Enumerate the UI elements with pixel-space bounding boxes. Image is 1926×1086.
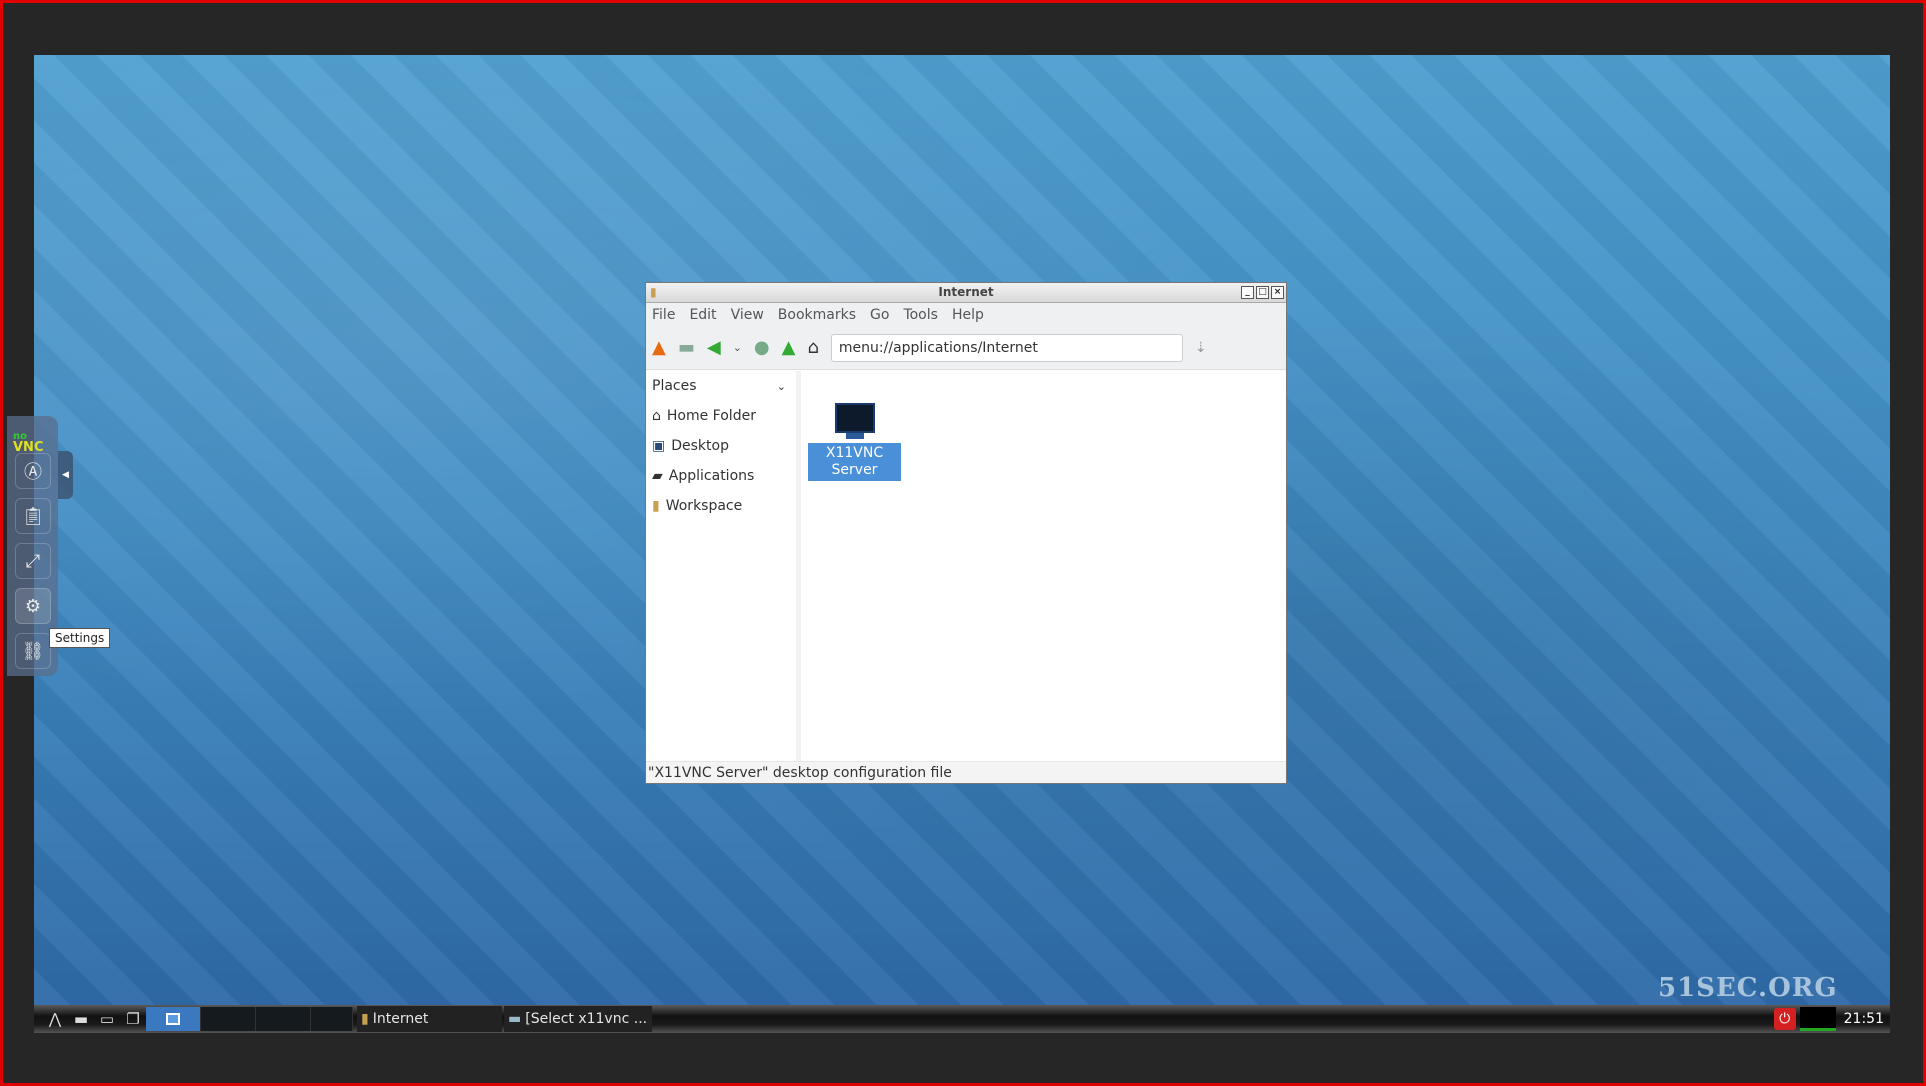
fullscreen-button[interactable]: ⤢	[15, 543, 51, 579]
applications-icon: ▰	[652, 468, 663, 484]
collapse-icon: ◀	[62, 470, 69, 480]
fullscreen-icon: ⤢	[25, 550, 41, 572]
places-header[interactable]: Places ⌄	[646, 371, 796, 401]
clipboard-icon: 📋︎	[21, 505, 45, 527]
tooltip: Settings	[49, 628, 111, 648]
folder-icon: ▮	[361, 1011, 369, 1027]
window-icon: ▬	[508, 1011, 522, 1027]
novnc-logo: no VNC	[13, 431, 44, 455]
show-desktop-icon[interactable]: ▭	[94, 1006, 120, 1032]
clipboard-button[interactable]: 📋︎	[15, 498, 51, 534]
workspace-3[interactable]	[256, 1007, 311, 1031]
file-label: X11VNC Server	[808, 443, 901, 481]
gear-icon: ⚙	[24, 595, 42, 617]
up-icon[interactable]: ▲	[782, 337, 796, 358]
back-icon[interactable]: ◀	[707, 337, 721, 358]
menu-view[interactable]: View	[731, 307, 764, 323]
menu-help[interactable]: Help	[952, 307, 984, 323]
label: Applications	[668, 468, 755, 484]
clock: 21:51	[1843, 1011, 1884, 1027]
workspace-1[interactable]	[146, 1007, 201, 1031]
task-select-x11vnc[interactable]: ▬ [Select x11vnc ...	[504, 1006, 652, 1032]
sidebar-item-workspace[interactable]: ▮ Workspace	[646, 491, 796, 521]
minimize-button[interactable]: _	[1241, 286, 1254, 299]
folder-icon: ▮	[652, 498, 660, 514]
folder-icon: ▮	[650, 285, 657, 299]
keyboard-icon: Ⓐ	[24, 462, 42, 483]
disconnect-icon: ⛓	[21, 640, 45, 662]
menu-go[interactable]: Go	[870, 307, 889, 323]
sidebar-item-home[interactable]: ⌂ Home Folder	[646, 401, 796, 431]
taskbar: ⋀ ▬ ▭ ❐ ▮ Internet ▬ [Select x11vnc ... ⏻ …	[34, 1005, 1890, 1033]
start-menu-icon[interactable]: ⋀	[42, 1006, 68, 1032]
cpu-graph	[1799, 1007, 1836, 1031]
control-bar-handle[interactable]: ◀	[58, 451, 73, 499]
warning-icon[interactable]: ▲	[652, 337, 666, 358]
terminal-icon[interactable]: ▬	[68, 1006, 94, 1032]
sidebar-item-applications[interactable]: ▰ Applications	[646, 461, 796, 491]
workspace-4[interactable]	[311, 1007, 353, 1031]
workspace-2[interactable]	[201, 1007, 256, 1031]
home-icon: ⌂	[652, 408, 661, 424]
monitor-icon	[834, 403, 875, 433]
home-icon[interactable]: ⌂	[807, 337, 818, 358]
power-icon[interactable]: ⏻	[1773, 1008, 1796, 1030]
task-label: [Select x11vnc ...	[525, 1011, 648, 1027]
window-title: Internet	[938, 285, 994, 299]
menu-tools[interactable]: Tools	[903, 307, 938, 323]
file-item[interactable]: X11VNC Server	[808, 403, 901, 481]
monitor-stand	[845, 433, 864, 439]
watermark: 51SEC.ORG	[1658, 973, 1838, 1003]
label: Home Folder	[666, 408, 756, 424]
close-button[interactable]: ×	[1271, 286, 1284, 299]
sidebar-item-desktop[interactable]: ▣ Desktop	[646, 431, 796, 461]
label: Desktop	[671, 438, 729, 454]
task-label: Internet	[372, 1011, 429, 1027]
status-bar: "X11VNC Server" desktop configuration fi…	[646, 761, 1286, 783]
title-bar[interactable]: ▮ Internet _ □ ×	[646, 283, 1286, 303]
menu-bookmarks[interactable]: Bookmarks	[778, 307, 856, 323]
address-bar[interactable]: menu://applications/Internet	[830, 333, 1183, 362]
menu-edit[interactable]: Edit	[689, 307, 716, 323]
desktop-icon: ▣	[652, 438, 666, 454]
new-tab-icon[interactable]: ▬	[678, 337, 695, 358]
menu-bar: File Edit View Bookmarks Go Tools Help	[646, 303, 1286, 326]
toolbar: ▲ ▬ ◀ ⌄ ● ▲ ⌂ menu://applications/Intern…	[646, 326, 1286, 370]
places-sidebar: Places ⌄ ⌂ Home Folder ▣ Desktop ▰ Applicat…	[646, 371, 801, 762]
chevron-down-icon: ⌄	[776, 379, 786, 393]
menu-file[interactable]: File	[652, 307, 675, 323]
label: Workspace	[665, 498, 743, 514]
history-dropdown-icon[interactable]: ⌄	[733, 341, 742, 354]
disconnect-button[interactable]: ⛓	[15, 633, 51, 669]
settings-button[interactable]: ⚙	[15, 588, 51, 624]
maximize-button[interactable]: □	[1256, 286, 1269, 299]
task-internet[interactable]: ▮ Internet	[357, 1006, 502, 1032]
windows-icon[interactable]: ❐	[120, 1006, 146, 1032]
keyboard-button[interactable]: Ⓐ	[15, 453, 51, 489]
forward-icon[interactable]: ●	[754, 337, 770, 358]
places-label: Places	[652, 378, 697, 394]
file-manager-window: ▮ Internet _ □ × File Edit View Bookmark…	[645, 282, 1287, 784]
go-icon[interactable]: ⇣	[1195, 340, 1207, 356]
